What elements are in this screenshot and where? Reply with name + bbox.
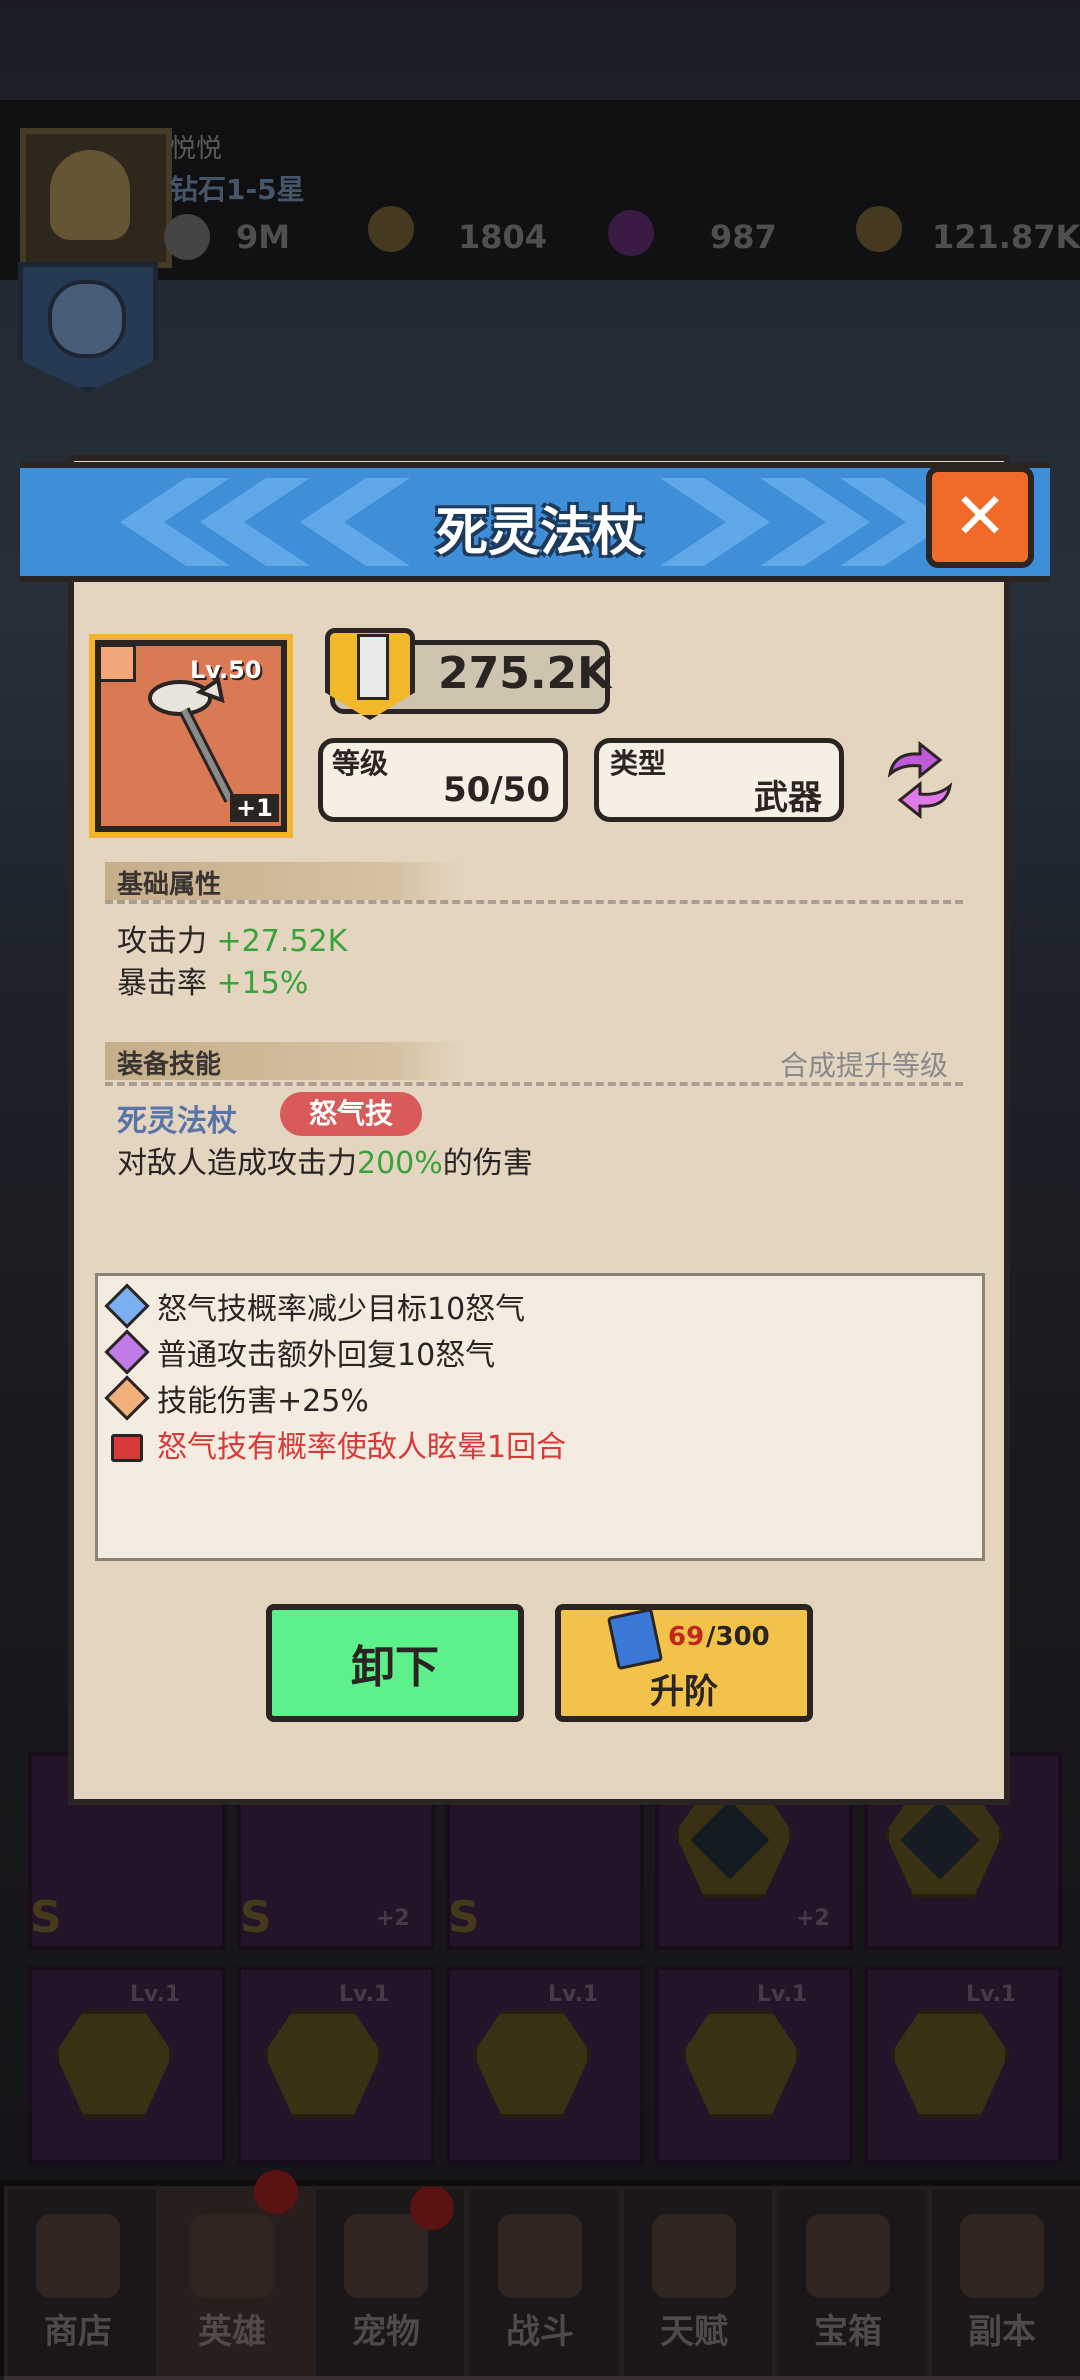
skill-hint: 合成提升等级	[780, 1049, 949, 1082]
unequip-button[interactable]: 卸下	[266, 1604, 524, 1722]
effect-row: 怒气技有概率使敌人眩晕1回合	[105, 1424, 567, 1465]
blue-diamond-icon	[104, 1283, 150, 1329]
attr-value: +27.52K	[216, 924, 348, 959]
attr-row: 攻击力 +27.52K	[117, 916, 347, 960]
skill-section-title: 装备技能	[117, 1050, 222, 1080]
effect-text-locked: 怒气技有概率使敌人眩晕1回合	[157, 1430, 567, 1465]
item-level: Lv.50	[190, 656, 262, 684]
attr-value: +15%	[216, 966, 309, 1001]
effect-row: 怒气技概率减少目标10怒气	[104, 1283, 526, 1329]
section-divider	[105, 1082, 963, 1086]
skill-desc-post: 的伤害	[442, 1146, 533, 1181]
effect-text: 技能伤害+25%	[157, 1384, 369, 1419]
power-value: 275.2K	[438, 648, 612, 699]
skill-name: 死灵法杖	[117, 1104, 237, 1139]
effect-row: 技能伤害+25%	[104, 1375, 369, 1421]
close-icon: ✕	[953, 480, 1007, 554]
upgrade-cost-have: 69	[668, 1622, 705, 1652]
effect-row: 普通攻击额外回复10怒气	[104, 1329, 496, 1375]
skill-desc-pre: 对敌人造成攻击力	[117, 1146, 357, 1181]
level-value: 50/50	[442, 770, 550, 810]
upgrade-cost-need: /300	[706, 1622, 770, 1652]
effect-text: 怒气技概率减少目标10怒气	[157, 1292, 526, 1327]
item-plus-badge: +1	[230, 794, 279, 822]
skill-tag: 怒气技	[280, 1092, 422, 1136]
upgrade-label: 升阶	[650, 1672, 718, 1712]
type-value: 武器	[754, 778, 822, 818]
base-attrs-title: 基础属性	[117, 870, 222, 900]
necro-staff-icon	[148, 676, 236, 803]
weapon-type-icon	[98, 644, 136, 682]
section-divider	[105, 900, 963, 904]
attr-name: 暴击率	[117, 966, 207, 1001]
effect-text: 普通攻击额外回复10怒气	[157, 1338, 496, 1373]
purple-diamond-icon	[104, 1329, 150, 1375]
unequip-label: 卸下	[351, 1642, 439, 1693]
dialog-title: 死灵法杖	[435, 503, 644, 563]
lock-icon	[111, 1434, 143, 1462]
attr-name: 攻击力	[117, 924, 207, 959]
swap-icon[interactable]	[880, 740, 960, 820]
orange-diamond-icon	[104, 1375, 150, 1421]
close-button[interactable]: ✕	[926, 466, 1034, 568]
attr-row: 暴击率 +15%	[117, 958, 308, 1002]
skill-desc-pct: 200%	[357, 1146, 443, 1181]
skill-description: 对敌人造成攻击力200%的伤害	[117, 1138, 533, 1182]
sword-icon	[357, 634, 389, 700]
